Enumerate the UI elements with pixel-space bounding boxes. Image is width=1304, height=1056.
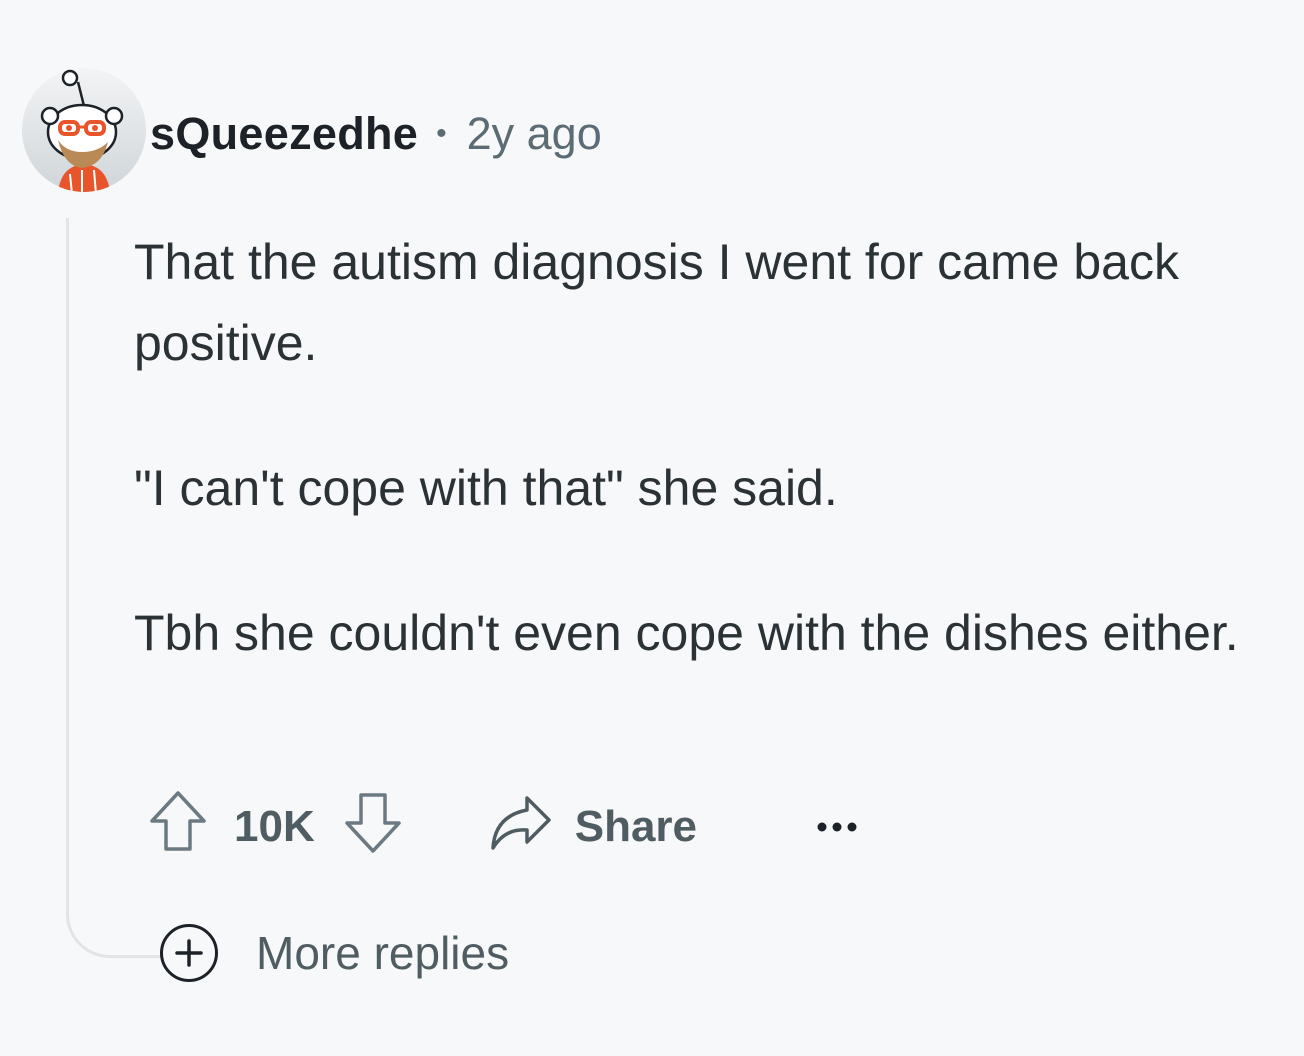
more-replies-label: More replies — [256, 927, 510, 979]
plus-circle-icon — [160, 924, 218, 982]
comment-paragraph: Tbh she couldn't even cope with the dish… — [134, 605, 1239, 661]
comment-actions: 10K Share — [146, 790, 859, 864]
vote-count: 10K — [234, 802, 315, 851]
more-options-icon[interactable] — [815, 820, 859, 834]
share-button[interactable]: Share — [487, 792, 697, 863]
avatar[interactable] — [20, 66, 148, 194]
separator-dot: • — [436, 117, 447, 150]
share-arrow-icon — [487, 792, 553, 863]
comment-paragraph: "I can't cope with that" she said. — [134, 460, 838, 516]
arrow-down-icon[interactable] — [341, 787, 405, 868]
share-label: Share — [574, 802, 698, 851]
comment-paragraph: That the autism diagnosis I went for cam… — [134, 234, 1179, 371]
comment-body: That the autism diagnosis I went for cam… — [134, 222, 1284, 738]
more-replies-button[interactable]: More replies — [160, 924, 509, 982]
snoo-avatar-icon — [22, 68, 146, 192]
timestamp[interactable]: 2y ago — [467, 106, 602, 162]
arrow-up-icon[interactable] — [146, 787, 210, 868]
comment-header: sQueezedhe • 2y ago — [150, 106, 602, 162]
username-link[interactable]: sQueezedhe — [150, 106, 418, 162]
